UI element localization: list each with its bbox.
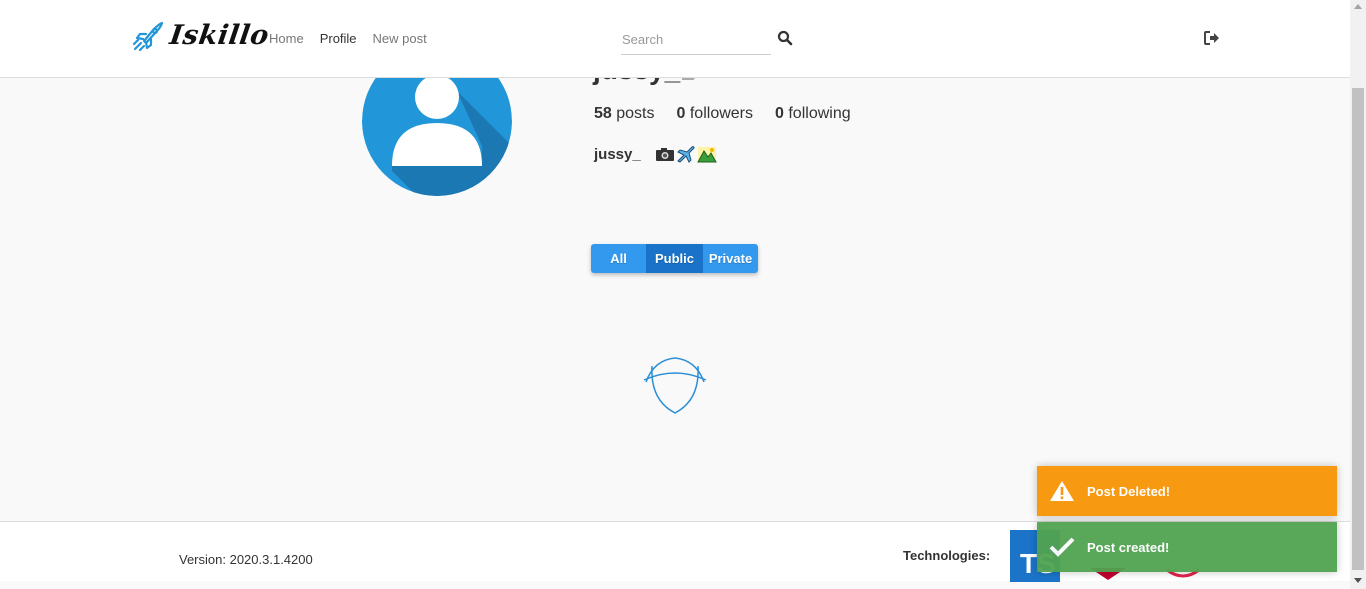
vertical-scrollbar[interactable] <box>1350 0 1366 589</box>
scroll-up-arrow-icon[interactable] <box>1354 4 1362 9</box>
sign-out-icon[interactable] <box>1203 29 1221 47</box>
filter-private-button[interactable]: Private <box>703 244 758 273</box>
toast-post-deleted[interactable]: Post Deleted! <box>1037 466 1337 516</box>
nav-home-link[interactable]: Home <box>269 31 304 46</box>
toast-deleted-text: Post Deleted! <box>1087 483 1171 499</box>
brand-link[interactable]: Iskillo <box>132 20 272 51</box>
airplane-icon <box>676 146 695 163</box>
following-count: 0 <box>775 105 784 122</box>
checkmark-icon <box>1049 537 1075 557</box>
search-input[interactable] <box>621 24 771 54</box>
profile-bio: jussy_ <box>594 145 717 163</box>
toast-success-icon-wrap <box>1037 522 1087 572</box>
loading-spinner-icon <box>643 357 707 414</box>
profile-stats: 58 posts 0 followers 0 following <box>594 105 873 123</box>
top-navbar: Iskillo Home Profile New post <box>0 0 1350 78</box>
camera-icon <box>655 148 674 161</box>
followers-count: 0 <box>676 105 686 122</box>
version-text: Version: 2020.3.1.4200 <box>179 552 313 567</box>
search-field <box>621 24 771 55</box>
posts-stat[interactable]: 58 posts <box>594 105 655 123</box>
posts-count: 58 <box>594 105 612 122</box>
filter-public-button[interactable]: Public <box>646 244 703 273</box>
search-icon[interactable] <box>777 30 793 46</box>
toast-created-text: Post created! <box>1087 539 1170 555</box>
scroll-down-arrow-icon[interactable] <box>1354 578 1362 583</box>
following-label: following <box>788 105 851 122</box>
bio-emojis <box>655 145 717 163</box>
scrollbar-thumb[interactable] <box>1352 88 1364 570</box>
nav-links: Home Profile New post <box>269 31 427 46</box>
followers-stat[interactable]: 0 followers <box>677 105 754 123</box>
following-stat[interactable]: 0 following <box>775 105 851 123</box>
toast-post-created[interactable]: Post created! <box>1037 522 1337 572</box>
bio-name: jussy_ <box>594 145 641 163</box>
posts-label: posts <box>616 105 655 122</box>
toast-warning-icon-wrap <box>1037 466 1087 516</box>
followers-label: followers <box>689 105 753 122</box>
post-filter-group: All Public Private <box>591 244 758 273</box>
nav-new-post-link[interactable]: New post <box>373 31 427 46</box>
brand-name: Iskillo <box>167 20 272 51</box>
warning-icon <box>1050 481 1074 501</box>
rocket-icon <box>132 21 164 51</box>
nav-profile-link[interactable]: Profile <box>320 31 357 46</box>
filter-all-button[interactable]: All <box>591 244 646 273</box>
technologies-label: Technologies: <box>903 548 991 563</box>
mountain-icon <box>696 147 717 163</box>
